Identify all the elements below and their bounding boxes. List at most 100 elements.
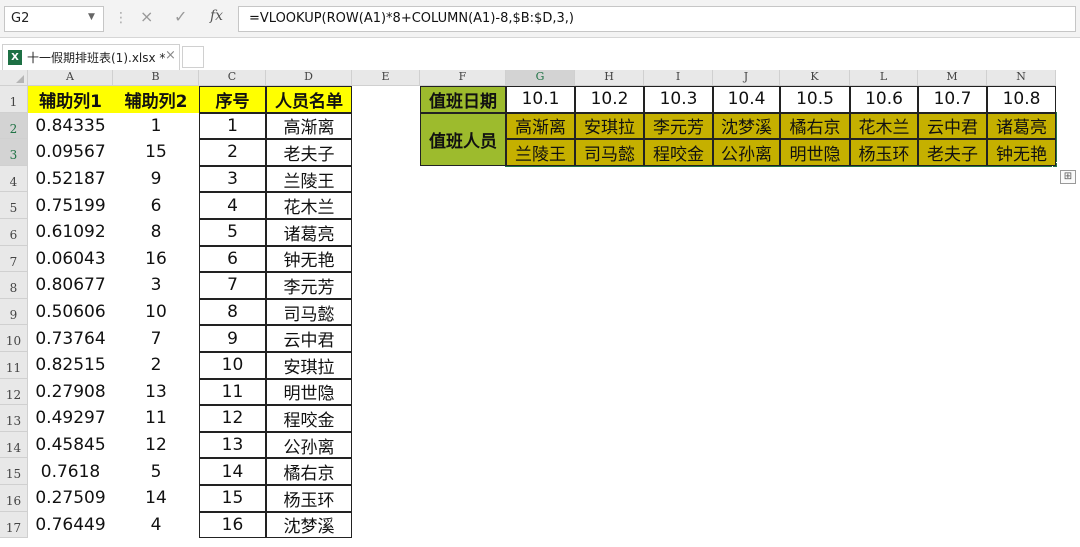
date-cell[interactable]: 10.6 bbox=[850, 86, 918, 113]
table-cell[interactable]: 兰陵王 bbox=[266, 165, 352, 193]
table-cell[interactable]: 0.76449 bbox=[28, 512, 113, 539]
table-cell[interactable]: 老夫子 bbox=[266, 139, 352, 166]
staff-cell[interactable]: 沈梦溪 bbox=[713, 112, 780, 140]
table-cell[interactable]: 12 bbox=[113, 432, 199, 459]
staff-cell[interactable]: 老夫子 bbox=[918, 139, 987, 166]
table-cell[interactable]: 6 bbox=[199, 245, 266, 273]
table-cell[interactable]: 0.45845 bbox=[28, 432, 113, 459]
table-cell[interactable]: 10 bbox=[113, 299, 199, 326]
column-header-c[interactable]: C bbox=[199, 70, 266, 86]
row-header-11[interactable]: 11 bbox=[0, 352, 28, 379]
select-all-button[interactable] bbox=[0, 70, 28, 86]
table-cell[interactable]: 4 bbox=[113, 512, 199, 539]
table-cell[interactable]: 0.50606 bbox=[28, 299, 113, 326]
table-cell[interactable]: 16 bbox=[113, 246, 199, 273]
row-header-2[interactable]: 2 bbox=[0, 112, 28, 140]
date-cell[interactable]: 10.3 bbox=[644, 86, 713, 113]
column-header-n[interactable]: N bbox=[987, 70, 1056, 86]
staff-label-cell[interactable]: 值班人员 bbox=[420, 112, 506, 166]
column-header-m[interactable]: M bbox=[918, 70, 987, 86]
row-header-1[interactable]: 1 bbox=[0, 86, 28, 113]
table-cell[interactable]: 云中君 bbox=[266, 325, 352, 352]
table-cell[interactable]: 安琪拉 bbox=[266, 352, 352, 379]
table-cell[interactable]: 高渐离 bbox=[266, 112, 352, 140]
enter-icon[interactable]: ✓ bbox=[174, 7, 187, 26]
row-header-16[interactable]: 16 bbox=[0, 485, 28, 512]
table-cell[interactable]: 2 bbox=[113, 352, 199, 379]
table-cell[interactable]: 2 bbox=[199, 139, 266, 166]
table-cell[interactable]: 司马懿 bbox=[266, 298, 352, 326]
staff-cell[interactable]: 程咬金 bbox=[644, 139, 713, 166]
table-cell[interactable]: 5 bbox=[199, 219, 266, 246]
table-cell[interactable]: 13 bbox=[199, 431, 266, 459]
table-cell[interactable]: 1 bbox=[113, 113, 199, 140]
formula-input[interactable]: =VLOOKUP(ROW(A1)*8+COLUMN(A1)-8,$B:$D,3,… bbox=[238, 6, 1076, 32]
date-cell[interactable]: 10.5 bbox=[780, 86, 850, 113]
header-cell-c[interactable]: 序号 bbox=[199, 86, 266, 113]
table-cell[interactable]: 9 bbox=[113, 166, 199, 193]
column-header-k[interactable]: K bbox=[780, 70, 850, 86]
staff-cell[interactable]: 杨玉环 bbox=[850, 139, 918, 166]
table-cell[interactable]: 0.7618 bbox=[28, 458, 113, 485]
staff-cell[interactable]: 橘右京 bbox=[780, 112, 850, 140]
spreadsheet-grid[interactable]: ⊞ A B C D E F G H I J K L M N 1 2 3 4 5 6 7 8 9 10 11 12 13 14 15 16 1… bbox=[0, 70, 1080, 547]
table-cell[interactable]: 0.80677 bbox=[28, 272, 113, 299]
table-cell[interactable]: 13 bbox=[113, 379, 199, 406]
table-cell[interactable]: 3 bbox=[113, 272, 199, 299]
table-cell[interactable]: 杨玉环 bbox=[266, 485, 352, 512]
staff-cell[interactable]: 公孙离 bbox=[713, 139, 780, 166]
row-header-3[interactable]: 3 bbox=[0, 139, 28, 166]
column-header-b[interactable]: B bbox=[113, 70, 199, 86]
table-cell[interactable]: 8 bbox=[199, 298, 266, 326]
row-header-5[interactable]: 5 bbox=[0, 192, 28, 219]
staff-cell[interactable]: 兰陵王 bbox=[506, 139, 575, 166]
column-header-l[interactable]: L bbox=[850, 70, 918, 86]
date-cell[interactable]: 10.8 bbox=[987, 86, 1056, 113]
row-header-17[interactable]: 17 bbox=[0, 511, 28, 539]
header-cell-a[interactable]: 辅助列1 bbox=[28, 86, 113, 113]
date-cell[interactable]: 10.2 bbox=[575, 86, 644, 113]
table-cell[interactable]: 1 bbox=[199, 112, 266, 140]
table-cell[interactable]: 诸葛亮 bbox=[266, 219, 352, 246]
row-header-7[interactable]: 7 bbox=[0, 245, 28, 273]
table-cell[interactable]: 15 bbox=[199, 485, 266, 512]
table-cell[interactable]: 0.52187 bbox=[28, 166, 113, 193]
table-cell[interactable]: 8 bbox=[113, 219, 199, 246]
date-cell[interactable]: 10.7 bbox=[918, 86, 987, 113]
table-cell[interactable]: 10 bbox=[199, 352, 266, 379]
staff-cell[interactable]: 安琪拉 bbox=[575, 112, 644, 140]
table-cell[interactable]: 沈梦溪 bbox=[266, 511, 352, 539]
workbook-tab[interactable]: X 十一假期排班表(1).xlsx * × bbox=[2, 44, 180, 70]
table-cell[interactable]: 5 bbox=[113, 458, 199, 485]
table-cell[interactable]: 0.49297 bbox=[28, 405, 113, 432]
table-cell[interactable]: 6 bbox=[113, 192, 199, 219]
table-cell[interactable]: 7 bbox=[113, 325, 199, 352]
column-header-j[interactable]: J bbox=[713, 70, 780, 86]
table-cell[interactable]: 14 bbox=[113, 485, 199, 512]
table-cell[interactable]: 钟无艳 bbox=[266, 245, 352, 273]
date-cell[interactable]: 10.4 bbox=[713, 86, 780, 113]
table-cell[interactable]: 11 bbox=[113, 405, 199, 432]
column-header-g[interactable]: G bbox=[506, 70, 575, 86]
date-cell[interactable]: 10.1 bbox=[506, 86, 575, 113]
table-cell[interactable]: 0.27908 bbox=[28, 379, 113, 406]
table-cell[interactable]: 李元芳 bbox=[266, 272, 352, 299]
column-header-d[interactable]: D bbox=[266, 70, 352, 86]
staff-cell[interactable]: 云中君 bbox=[918, 112, 987, 140]
table-cell[interactable]: 15 bbox=[113, 139, 199, 166]
table-cell[interactable]: 0.84335 bbox=[28, 113, 113, 140]
staff-cell[interactable]: 诸葛亮 bbox=[987, 112, 1056, 140]
insert-function-icon[interactable]: fx bbox=[210, 8, 223, 24]
table-cell[interactable]: 0.82515 bbox=[28, 352, 113, 379]
row-header-9[interactable]: 9 bbox=[0, 298, 28, 326]
column-header-h[interactable]: H bbox=[575, 70, 644, 86]
table-cell[interactable]: 0.75199 bbox=[28, 192, 113, 219]
column-header-e[interactable]: E bbox=[352, 70, 420, 86]
table-cell[interactable]: 程咬金 bbox=[266, 405, 352, 432]
row-header-8[interactable]: 8 bbox=[0, 272, 28, 299]
staff-cell[interactable]: 高渐离 bbox=[506, 112, 575, 140]
table-cell[interactable]: 公孙离 bbox=[266, 431, 352, 459]
table-cell[interactable]: 16 bbox=[199, 511, 266, 539]
table-cell[interactable]: 11 bbox=[199, 378, 266, 406]
close-icon[interactable]: × bbox=[165, 48, 176, 63]
